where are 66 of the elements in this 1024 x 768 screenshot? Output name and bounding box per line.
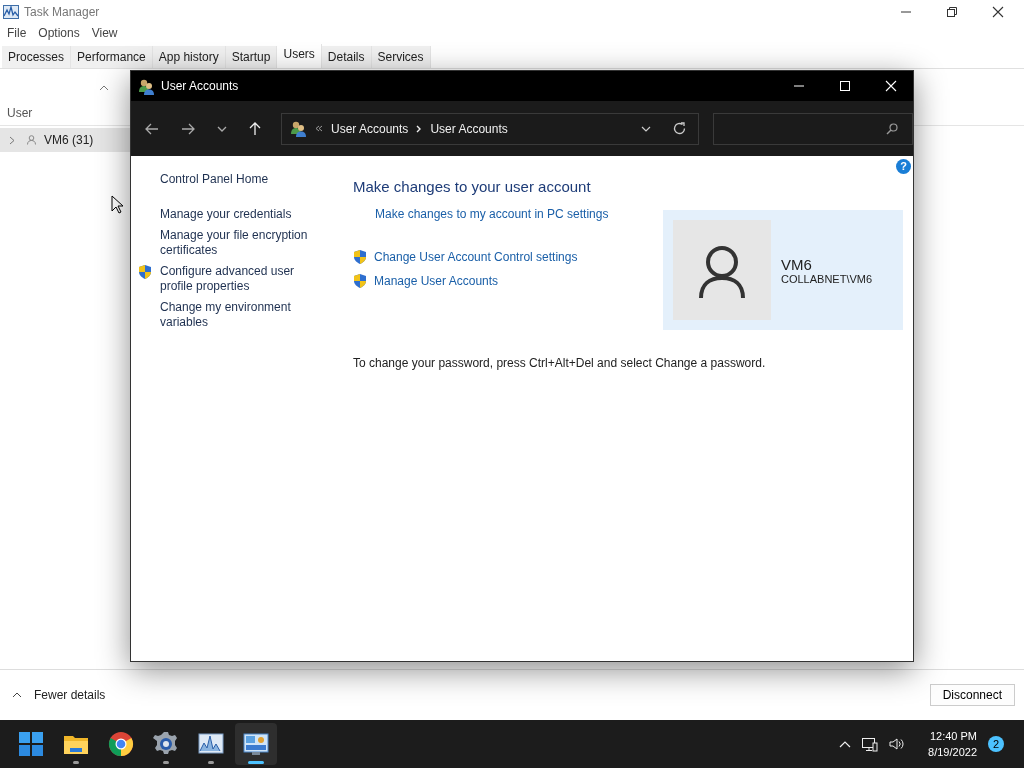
clock-time[interactable]: 12:40 PM: [929, 728, 977, 744]
help-icon[interactable]: ?: [896, 159, 911, 174]
notification-badge[interactable]: 2: [988, 736, 1004, 752]
tab[interactable]: Services: [371, 46, 431, 68]
address-bar[interactable]: User Accounts User Accounts: [281, 112, 699, 145]
chevron-up-icon[interactable]: [839, 740, 852, 748]
account-name: VM6: [781, 255, 813, 273]
account-domain: COLLABNET\VM6: [781, 272, 873, 285]
back-arrow-icon[interactable]: [145, 122, 159, 135]
table-row[interactable]: VM6 (31): [0, 128, 130, 152]
task-link[interactable]: Make changes to my account in PC settings: [375, 207, 609, 221]
sidebar-link[interactable]: Configure advanced user profile properties: [160, 264, 310, 294]
window-title: User Accounts: [161, 79, 239, 93]
fewer-details-toggle[interactable]: Fewer details: [12, 688, 106, 702]
section-heading: Make changes to your user account: [353, 178, 592, 195]
mouse-pointer-icon: [111, 195, 123, 214]
sidebar-link[interactable]: Control Panel Home: [160, 172, 269, 187]
chevron-icon[interactable]: [9, 135, 15, 145]
password-note: To change your password, press Ctrl+Alt+Del and select Change a password.: [353, 356, 767, 370]
breadcrumb-item[interactable]: User Accounts: [430, 121, 508, 136]
chart-icon: [3, 5, 19, 19]
sort-caret-icon[interactable]: [99, 85, 109, 91]
tab[interactable]: Processes: [2, 46, 72, 68]
maximize-icon[interactable]: [839, 80, 851, 92]
search-field[interactable]: [713, 112, 913, 145]
user-icon: [27, 135, 36, 145]
task-link[interactable]: Change User Account Control settings: [374, 250, 578, 264]
refresh-icon[interactable]: [673, 122, 686, 135]
window-title: Task Manager: [24, 5, 100, 19]
sidebar-link[interactable]: Manage your credentials: [160, 207, 292, 222]
up-arrow-icon[interactable]: [249, 121, 261, 136]
chevron-icon: [416, 124, 423, 133]
tab[interactable]: Performance: [71, 46, 153, 68]
browser-icon: [108, 731, 134, 757]
gear-icon: [153, 731, 179, 757]
clock-date[interactable]: 8/19/2022: [928, 744, 977, 760]
forward-arrow-icon[interactable]: [181, 122, 195, 135]
menu-item[interactable]: Options: [38, 26, 80, 40]
speaker-icon[interactable]: [889, 737, 906, 751]
tab[interactable]: Details: [321, 46, 372, 68]
users-icon: [138, 77, 155, 95]
menu-item[interactable]: View: [91, 26, 118, 40]
sidebar-link[interactable]: Change my environment variables: [160, 300, 310, 330]
chart-icon: [198, 731, 224, 757]
dropdown-icon[interactable]: [641, 125, 651, 132]
column-header[interactable]: User: [7, 106, 33, 120]
sidebar-link[interactable]: Manage your file encryption certificates: [160, 228, 310, 258]
double-chevron-icon: [315, 125, 323, 132]
tab[interactable]: Startup: [225, 46, 278, 68]
search-icon: [886, 122, 898, 135]
users-icon: [290, 120, 307, 137]
tab[interactable]: App history: [152, 46, 226, 68]
task-link[interactable]: Manage User Accounts: [374, 274, 499, 288]
menu-item[interactable]: File: [7, 26, 27, 40]
restore-icon[interactable]: [946, 6, 958, 18]
network-icon[interactable]: [862, 736, 879, 752]
disconnect-button[interactable]: Disconnect: [929, 684, 1015, 706]
user-name: VM6 (31): [44, 133, 94, 147]
chevron-down-icon[interactable]: [217, 125, 227, 132]
caret-icon: [12, 692, 22, 698]
breadcrumb-item[interactable]: User Accounts: [331, 121, 409, 136]
avatar-icon: [673, 220, 771, 320]
close-icon[interactable]: [992, 6, 1004, 18]
start-icon: [18, 731, 44, 757]
control-panel-icon: [243, 731, 269, 757]
taskbar-button[interactable]: [235, 723, 277, 765]
